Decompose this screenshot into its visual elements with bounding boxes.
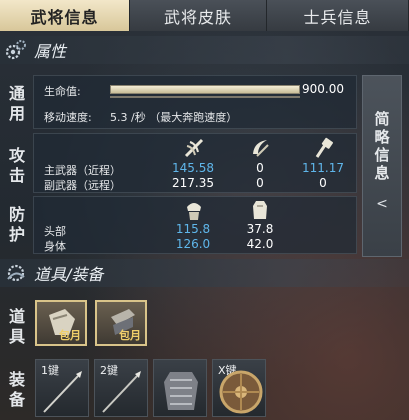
item-slot-2[interactable]: 包月 xyxy=(95,300,147,346)
sub-weapon-label: 副武器（远程） xyxy=(44,179,121,192)
attack-sub-col1: 217.35 xyxy=(172,176,214,190)
items-side-label: 道具 xyxy=(8,307,25,346)
attack-main-col3: 111.17 xyxy=(302,161,344,175)
hp-value: 900.00 xyxy=(302,82,344,96)
gear-icon xyxy=(5,40,26,60)
hp-bar-track xyxy=(110,96,300,98)
crescent-blade-icon xyxy=(253,140,269,157)
defense-head-col1: 115.8 xyxy=(175,222,211,236)
slash-attack-icon xyxy=(184,138,204,158)
spear-icon xyxy=(43,371,82,413)
hp-label: 生命值: xyxy=(44,85,81,98)
general-side-label: 通用 xyxy=(8,84,25,123)
item-slot-1[interactable]: 包月 xyxy=(35,300,87,346)
head-label: 头部 xyxy=(44,225,66,238)
attack-side-label: 攻击 xyxy=(8,146,25,185)
attack-panel: 主武器（近程） 副武器（远程） 145.58 217.35 0 0 111.17… xyxy=(33,133,357,193)
equipment-header: 道具/装备 xyxy=(0,259,409,287)
gear-slot-3[interactable] xyxy=(153,359,207,417)
defense-head-col2: 37.8 xyxy=(246,222,274,236)
hp-bar xyxy=(110,85,300,94)
tab-general-info[interactable]: 武将信息 xyxy=(0,0,130,31)
speed-label: 移动速度: xyxy=(44,111,92,124)
attack-main-col1: 145.58 xyxy=(172,161,214,175)
defense-body-col2: 42.0 xyxy=(246,237,274,251)
gear-slot-4[interactable]: X键 xyxy=(212,359,266,417)
tab-general-skin[interactable]: 武将皮肤 xyxy=(130,0,267,31)
defense-side-label: 防护 xyxy=(8,205,25,244)
defense-panel: 头部 身体 115.8 126.0 37.8 42.0 xyxy=(33,196,357,254)
attributes-title: 属性 xyxy=(34,42,67,61)
round-shield-icon xyxy=(219,370,263,414)
item-1-tag: 包月 xyxy=(59,329,81,342)
chest-armor-icon xyxy=(164,372,198,410)
item-2-tag: 包月 xyxy=(119,329,141,342)
equipment-title: 道具/装备 xyxy=(34,265,104,284)
brief-info-toggle[interactable]: 简略信息 < xyxy=(362,75,402,257)
blunt-hammer-icon xyxy=(315,137,333,158)
defense-body-col1: 126.0 xyxy=(175,237,211,251)
helmet-armor-icon xyxy=(187,203,201,220)
tab-soldier-info[interactable]: 士兵信息 xyxy=(267,0,409,31)
body-armor-icon xyxy=(253,201,267,219)
speed-value: 5.3 /秒 （最大奔跑速度） xyxy=(110,111,238,124)
main-weapon-label: 主武器（近程） xyxy=(44,164,121,177)
attack-sub-col2: 0 xyxy=(256,176,264,190)
tab-bar: 武将信息 武将皮肤 士兵信息 xyxy=(0,0,409,31)
gear-side-label: 装备 xyxy=(8,370,25,409)
chevron-left-icon: < xyxy=(376,196,388,212)
body-label: 身体 xyxy=(44,240,66,253)
javelin-icon xyxy=(102,371,141,413)
attributes-header: 属性 xyxy=(0,36,409,64)
attack-main-col2: 0 xyxy=(256,161,264,175)
general-panel: 生命值: 900.00 移动速度: 5.3 /秒 （最大奔跑速度） xyxy=(33,75,357,129)
gear-slot-2[interactable]: 2键 xyxy=(94,359,148,417)
attack-sub-col3: 0 xyxy=(319,176,327,190)
brief-info-label: 简略信息 xyxy=(374,110,390,182)
gear-slot-1[interactable]: 1键 xyxy=(35,359,89,417)
items-gear-icon xyxy=(7,264,25,282)
